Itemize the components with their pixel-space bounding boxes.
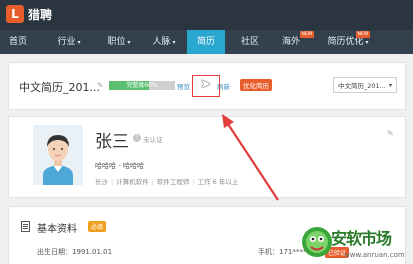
nav-item-network[interactable]: 人脉 ▾ — [141, 30, 187, 54]
required-badge: 必填 — [88, 221, 107, 232]
tag-industry: 计算机软件 — [116, 178, 149, 186]
tag-position: 软件工程师 — [156, 178, 190, 186]
watermark-text: 安软市场 — [331, 229, 392, 248]
avatar-illustration — [33, 125, 83, 185]
watermark-url: www.anruan.com — [344, 251, 405, 259]
watermark: 安软市场 www.anruan.com — [300, 222, 413, 263]
document-icon — [21, 221, 30, 232]
avatar[interactable] — [33, 125, 83, 185]
main-nav: 首页 行业 ▾ 职位 ▾ 人脉 ▾ 简历 社区 海外 NEW 简历优化 ▾ NEW — [0, 30, 413, 54]
logo-text: 猎聘 — [28, 7, 53, 22]
section-title: 基本资料 — [37, 224, 77, 235]
nav-item-home[interactable]: 首页 — [0, 30, 36, 54]
tag-experience: 工作 6 年以上 — [197, 178, 239, 186]
chevron-down-icon: ▾ — [365, 39, 369, 46]
edit-pencil-icon[interactable]: ✎ — [97, 81, 104, 90]
verify-status: 未认证 — [143, 136, 163, 144]
new-badge: NEW — [300, 31, 314, 38]
edit-pencil-icon[interactable]: ✎ — [387, 129, 394, 138]
nav-item-industry[interactable]: 行业 ▾ — [46, 30, 92, 54]
resume-language-select[interactable]: 中文简历_201... ▾ — [333, 77, 397, 93]
nav-item-jobs[interactable]: 职位 ▾ — [96, 30, 142, 54]
completeness-bar: 完整度60% — [109, 81, 175, 90]
birth-date: 出生日期：1991.01.01 — [37, 248, 113, 256]
logo-mark: L — [6, 5, 24, 23]
resume-header: 中文简历_201... ✎ 完整度60% 预览 刷新 ➤ 优化简历 中文简历_2… — [8, 62, 406, 110]
watermark-logo — [302, 227, 332, 257]
profile-name: 张三 — [95, 132, 129, 152]
tag-city: 长沙 — [95, 178, 108, 186]
nav-item-community[interactable]: 社区 — [231, 30, 269, 54]
profile-headline: 哈哈哈 - 哈哈哈 — [95, 162, 144, 170]
logo[interactable]: L 猎聘 — [6, 5, 52, 23]
profile-card: 张三 ! 未认证 ✎ 哈哈哈 - 哈哈哈 长沙 | 计算机软件 | 软件工程师 | 工作 6… — [8, 116, 406, 198]
chevron-down-icon: ▾ — [127, 39, 131, 46]
chevron-down-icon: ▾ — [388, 82, 392, 89]
top-bar: L 猎聘 — [0, 0, 413, 30]
resume-title: 中文简历_201... — [19, 81, 100, 94]
optimize-resume-button[interactable]: 优化简历 — [240, 79, 272, 91]
chevron-down-icon: ▾ — [172, 39, 176, 46]
unverified-icon: ! — [133, 134, 141, 142]
new-badge: NEW — [356, 31, 370, 38]
profile-tags: 长沙 | 计算机软件 | 软件工程师 | 工作 6 年以上 — [95, 178, 239, 186]
completeness-label: 完整度60% — [126, 82, 158, 89]
mouse-pointer-icon: ➤ — [200, 77, 211, 92]
nav-item-resume[interactable]: 简历 — [187, 30, 225, 54]
chevron-down-icon: ▾ — [77, 39, 81, 46]
preview-link[interactable]: 预览 — [177, 81, 190, 91]
